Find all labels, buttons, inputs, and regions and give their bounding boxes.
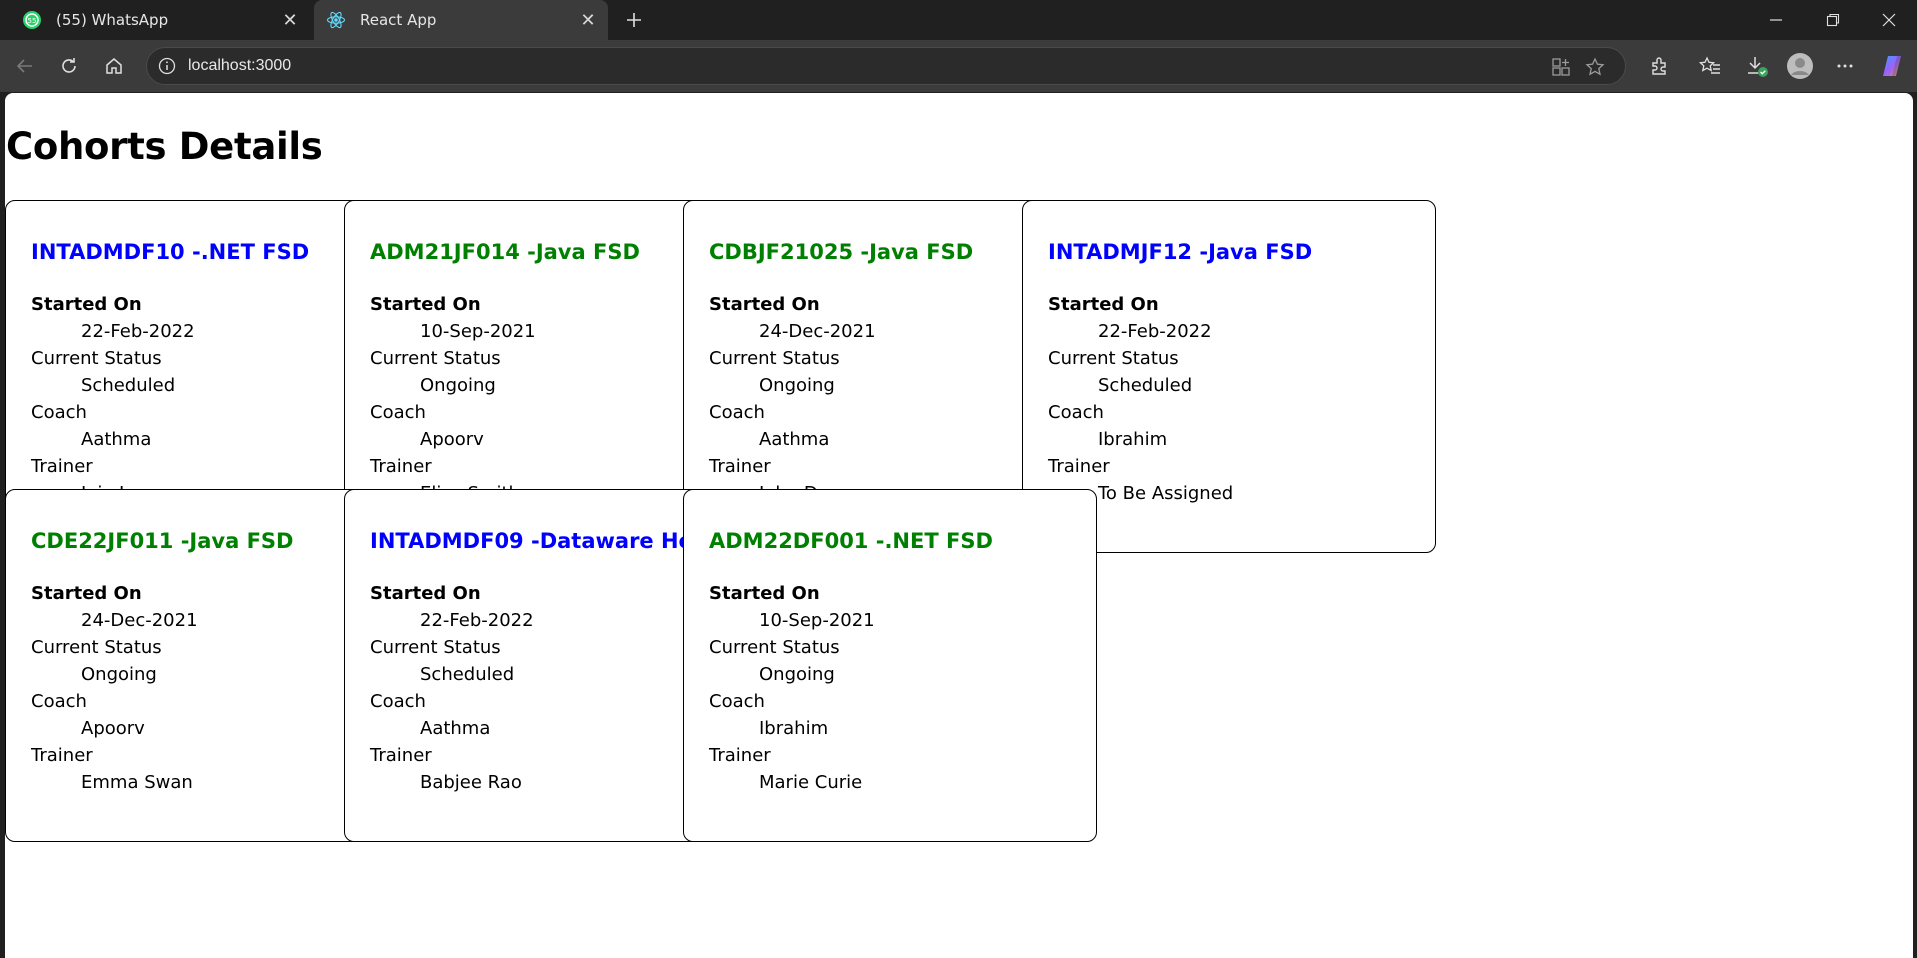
- started-on-label: Started On: [370, 294, 481, 315]
- started-on-value: 10-Sep-2021: [759, 610, 875, 631]
- cohort-card: ADM22DF001 -.NET FSD Started On 10-Sep-202…: [683, 489, 1097, 842]
- more-options-icon[interactable]: [1830, 51, 1860, 81]
- coach-value: Ibrahim: [759, 718, 829, 739]
- current-status-label: Current Status: [31, 637, 162, 658]
- trainer-label: Trainer: [31, 745, 93, 766]
- current-status-label: Current Status: [1048, 348, 1179, 369]
- extensions-icon[interactable]: [1645, 51, 1675, 81]
- started-on-value: 10-Sep-2021: [420, 321, 536, 342]
- coach-value: Apoorv: [420, 429, 484, 450]
- address-url: localhost:3000: [188, 57, 292, 74]
- favorite-star-icon[interactable]: [1583, 55, 1607, 79]
- svg-text:55: 55: [28, 17, 37, 25]
- restore-icon[interactable]: [1805, 0, 1861, 40]
- tab-react-app[interactable]: React App ✕: [314, 0, 608, 40]
- started-on-label: Started On: [709, 583, 820, 604]
- started-on-value: 24-Dec-2021: [81, 610, 198, 631]
- current-status-value: Ongoing: [759, 375, 835, 396]
- current-status-label: Current Status: [31, 348, 162, 369]
- cohort-title: ADM22DF001 -.NET FSD: [709, 529, 993, 553]
- current-status-label: Current Status: [370, 637, 501, 658]
- back-arrow-icon[interactable]: [10, 51, 40, 81]
- cohort-details: Started On 10-Sep-2021 Current Status Ongoi…: [370, 291, 536, 507]
- started-on-value: 24-Dec-2021: [759, 321, 876, 342]
- coach-value: Ibrahim: [1098, 429, 1168, 450]
- trainer-value: Marie Curie: [759, 772, 863, 793]
- current-status-value: Ongoing: [759, 664, 835, 685]
- copilot-icon[interactable]: [1877, 51, 1907, 81]
- app-available-icon[interactable]: [1549, 55, 1573, 79]
- trainer-label: Trainer: [370, 456, 432, 477]
- current-status-value: Scheduled: [81, 375, 176, 396]
- react-icon: [326, 10, 346, 30]
- started-on-label: Started On: [31, 583, 142, 604]
- coach-label: Coach: [709, 402, 765, 423]
- coach-label: Coach: [31, 402, 87, 423]
- cohort-title: INTADMJF12 -Java FSD: [1048, 240, 1313, 264]
- cohort-details: Started On 22-Feb-2022 Current Status Sched…: [370, 580, 534, 796]
- browser-titlebar: 55 (55) WhatsApp ✕ React App ✕: [0, 0, 1917, 40]
- cohort-details: Started On 24-Dec-2021 Current Status Ongoi…: [709, 291, 876, 507]
- current-status-value: Scheduled: [1098, 375, 1193, 396]
- home-icon[interactable]: [99, 51, 129, 81]
- coach-label: Coach: [31, 691, 87, 712]
- coach-value: Aathma: [420, 718, 491, 739]
- current-status-value: Scheduled: [420, 664, 515, 685]
- coach-label: Coach: [370, 402, 426, 423]
- coach-value: Apoorv: [81, 718, 145, 739]
- tab-whatsapp[interactable]: 55 (55) WhatsApp ✕: [10, 0, 310, 40]
- address-bar[interactable]: localhost:3000: [146, 47, 1626, 85]
- cohort-title: INTADMDF10 -.NET FSD: [31, 240, 310, 264]
- trainer-label: Trainer: [709, 456, 771, 477]
- coach-label: Coach: [1048, 402, 1104, 423]
- site-info-icon[interactable]: [157, 56, 177, 76]
- profile-avatar-icon[interactable]: [1785, 51, 1815, 81]
- trainer-value: Emma Swan: [81, 772, 193, 793]
- trainer-label: Trainer: [1048, 456, 1110, 477]
- started-on-value: 22-Feb-2022: [1098, 321, 1212, 342]
- started-on-value: 22-Feb-2022: [420, 610, 534, 631]
- started-on-label: Started On: [31, 294, 142, 315]
- trainer-label: Trainer: [709, 745, 771, 766]
- minimize-icon[interactable]: [1748, 0, 1804, 40]
- cohort-title: ADM21JF014 -Java FSD: [370, 240, 640, 264]
- cohort-title: CDE22JF011 -Java FSD: [31, 529, 294, 553]
- cohort-details: Started On 24-Dec-2021 Current Status Ongoi…: [31, 580, 198, 796]
- close-window-icon[interactable]: [1861, 0, 1917, 40]
- refresh-icon[interactable]: [54, 51, 84, 81]
- coach-label: Coach: [370, 691, 426, 712]
- trainer-label: Trainer: [31, 456, 93, 477]
- current-status-label: Current Status: [370, 348, 501, 369]
- coach-value: Aathma: [759, 429, 830, 450]
- current-status-value: Ongoing: [81, 664, 157, 685]
- started-on-value: 22-Feb-2022: [81, 321, 195, 342]
- page-title: Cohorts Details: [6, 125, 323, 168]
- page-viewport: Cohorts Details INTADMDF10 -.NET FSD Star…: [5, 93, 1913, 958]
- trainer-value: Babjee Rao: [420, 772, 522, 793]
- cohort-details: Started On 22-Feb-2022 Current Status Sched…: [31, 291, 195, 507]
- close-icon[interactable]: ✕: [574, 6, 602, 34]
- current-status-label: Current Status: [709, 637, 840, 658]
- tab-title: (55) WhatsApp: [56, 11, 169, 29]
- started-on-label: Started On: [709, 294, 820, 315]
- tab-title: React App: [360, 11, 437, 29]
- current-status-value: Ongoing: [420, 375, 496, 396]
- whatsapp-icon: 55: [22, 10, 42, 30]
- new-tab-plus-icon[interactable]: [620, 6, 648, 34]
- coach-label: Coach: [709, 691, 765, 712]
- cohort-details: Started On 10-Sep-2021 Current Status Ongoi…: [709, 580, 875, 796]
- downloads-icon[interactable]: [1742, 51, 1772, 81]
- close-icon[interactable]: ✕: [276, 6, 304, 34]
- started-on-label: Started On: [370, 583, 481, 604]
- favorites-icon[interactable]: [1695, 51, 1725, 81]
- cohort-title: CDBJF21025 -Java FSD: [709, 240, 974, 264]
- started-on-label: Started On: [1048, 294, 1159, 315]
- browser-toolbar: localhost:3000: [0, 40, 1917, 92]
- trainer-label: Trainer: [370, 745, 432, 766]
- current-status-label: Current Status: [709, 348, 840, 369]
- cohort-details: Started On 22-Feb-2022 Current Status Sched…: [1048, 291, 1233, 507]
- coach-value: Aathma: [81, 429, 152, 450]
